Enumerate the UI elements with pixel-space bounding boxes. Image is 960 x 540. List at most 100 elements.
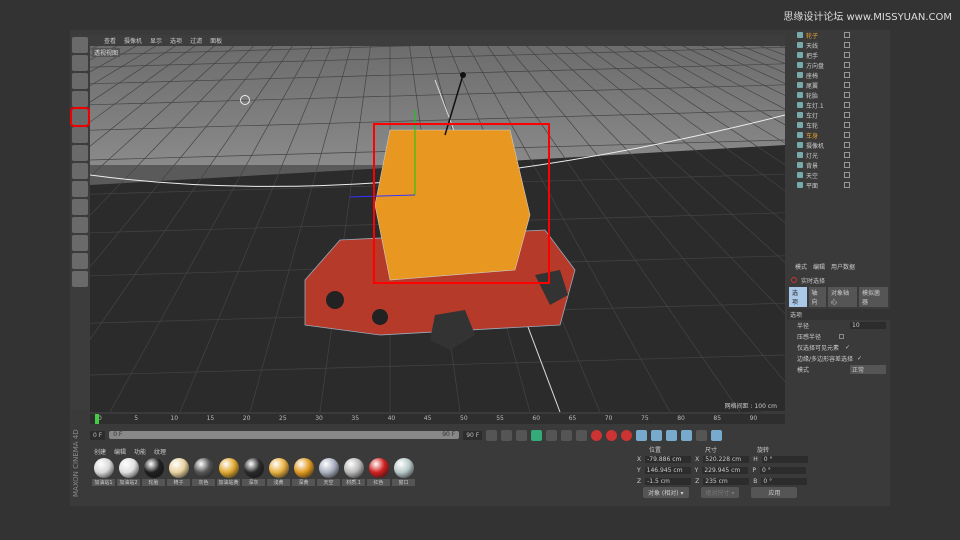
go-start-icon[interactable] [486, 429, 498, 441]
object-row[interactable]: 摄像机 [787, 140, 890, 150]
next-frame-icon[interactable] [546, 429, 558, 441]
go-end-icon[interactable] [576, 429, 588, 441]
visibility-switch[interactable] [844, 142, 850, 148]
material-swatch[interactable]: 加油站1 [92, 458, 115, 486]
snap-icon[interactable] [72, 181, 88, 197]
select-points-icon[interactable] [72, 127, 88, 143]
workplane-icon[interactable] [72, 217, 88, 233]
position-field[interactable]: -1.5 cm [645, 478, 692, 485]
object-row[interactable]: 灯光 [787, 150, 890, 160]
material-swatch[interactable]: 轮胎 [142, 458, 165, 486]
visibility-switch[interactable] [844, 52, 850, 58]
edges-icon[interactable] [72, 145, 88, 161]
menu-view[interactable]: 查看 [104, 36, 116, 45]
texture-icon[interactable] [72, 199, 88, 215]
key-scale-icon[interactable] [651, 429, 663, 441]
end-frame[interactable]: 90 F [463, 430, 483, 440]
coord-mode-select[interactable]: 对象 (相对) ▾ [643, 487, 689, 498]
object-row[interactable]: 尾翼 [787, 80, 890, 90]
tweak-icon[interactable] [72, 253, 88, 269]
axis-icon[interactable] [72, 235, 88, 251]
rotation-field[interactable]: 0 ° [761, 456, 808, 463]
object-row[interactable]: 天空 [787, 170, 890, 180]
visibility-switch[interactable] [844, 172, 850, 178]
visibility-switch[interactable] [844, 112, 850, 118]
tab-simulate[interactable]: 模拟菌器 [859, 287, 888, 307]
attr-menu-userdata[interactable]: 用户数据 [831, 262, 855, 271]
material-swatch[interactable]: 浅黄 [267, 458, 290, 486]
object-row[interactable]: 平面 [787, 180, 890, 190]
visibility-switch[interactable] [844, 182, 850, 188]
object-row[interactable]: 车灯 [787, 110, 890, 120]
visibility-switch[interactable] [844, 72, 850, 78]
cube-icon[interactable] [70, 107, 90, 127]
object-row[interactable]: 把手 [787, 50, 890, 60]
tab-options[interactable]: 选项 [789, 287, 807, 307]
menu-filter[interactable]: 过滤 [190, 36, 202, 45]
radius-field[interactable]: 10 [850, 322, 886, 329]
mat-menu-function[interactable]: 功能 [134, 447, 146, 456]
range-slider[interactable]: 0 F 90 F [109, 431, 460, 439]
rotation-field[interactable]: 0 ° [759, 467, 806, 474]
size-mode-select[interactable]: 绝对尺寸 ▾ [700, 487, 740, 498]
visibility-switch[interactable] [844, 162, 850, 168]
visible-only-checkbox[interactable]: ✓ [845, 344, 850, 351]
visibility-switch[interactable] [844, 152, 850, 158]
visibility-switch[interactable] [844, 132, 850, 138]
visibility-switch[interactable] [844, 62, 850, 68]
viewport[interactable]: 查看 摄像机 显示 选项 过滤 面板 透视视图 网格间距 : 100 cm [90, 35, 785, 412]
material-swatch[interactable]: 材质.1 [342, 458, 365, 486]
material-swatch[interactable]: 加油站2 [117, 458, 140, 486]
key-param-icon[interactable] [681, 429, 693, 441]
rotation-field[interactable]: 0 ° [761, 478, 808, 485]
visibility-switch[interactable] [844, 32, 850, 38]
playhead[interactable] [95, 414, 99, 424]
visibility-switch[interactable] [844, 122, 850, 128]
object-row[interactable]: 轮子 [787, 30, 890, 40]
tab-axis[interactable]: 轴向 [808, 287, 826, 307]
mat-menu-edit[interactable]: 编辑 [114, 447, 126, 456]
object-row[interactable]: 天线 [787, 40, 890, 50]
material-swatch[interactable]: 椅子 [167, 458, 190, 486]
autokey-icon[interactable] [606, 429, 618, 441]
size-field[interactable]: 235 cm [703, 478, 750, 485]
attr-menu-mode[interactable]: 模式 [795, 262, 807, 271]
size-field[interactable]: 229.945 cm [702, 467, 749, 474]
material-swatch[interactable]: 天空 [317, 458, 340, 486]
undo-icon[interactable] [72, 37, 88, 53]
object-row[interactable]: 车身 [787, 130, 890, 140]
scale-icon[interactable] [72, 73, 88, 89]
move-icon[interactable] [72, 55, 88, 71]
prev-frame-icon[interactable] [516, 429, 528, 441]
object-row[interactable]: 背景 [787, 160, 890, 170]
material-swatch[interactable]: 深黄 [292, 458, 315, 486]
timeline-ruler[interactable]: 0 5 10 15 20 25 30 35 40 45 50 55 60 65 70 75 80 85 90 [90, 414, 785, 424]
keyframe-selection-icon[interactable] [621, 429, 633, 441]
mat-menu-texture[interactable]: 纹理 [154, 447, 166, 456]
prev-key-icon[interactable] [501, 429, 513, 441]
object-row[interactable]: 座椅 [787, 70, 890, 80]
mat-menu-create[interactable]: 创建 [94, 447, 106, 456]
material-swatch[interactable]: 深灰 [242, 458, 265, 486]
object-row[interactable]: 车灯.1 [787, 100, 890, 110]
tolerance-checkbox[interactable]: ✓ [857, 355, 862, 362]
object-row[interactable]: 车轮 [787, 120, 890, 130]
menu-panel[interactable]: 面板 [210, 36, 222, 45]
record-icon[interactable] [591, 429, 603, 441]
visibility-switch[interactable] [844, 92, 850, 98]
visibility-switch[interactable] [844, 82, 850, 88]
object-row[interactable]: 方向盘 [787, 60, 890, 70]
rotate-icon[interactable] [72, 91, 88, 107]
size-field[interactable]: 520.228 cm [703, 456, 750, 463]
position-field[interactable]: 146.945 cm [644, 467, 691, 474]
object-row[interactable]: 轮胎 [787, 90, 890, 100]
tab-object-axis[interactable]: 对象轴心 [828, 287, 857, 307]
polygons-icon[interactable] [72, 163, 88, 179]
play-icon[interactable] [531, 429, 543, 441]
position-field[interactable]: -79.886 cm [645, 456, 692, 463]
attr-menu-edit[interactable]: 编辑 [813, 262, 825, 271]
material-swatch[interactable]: 窗口 [392, 458, 415, 486]
apply-button[interactable]: 应用 [751, 487, 798, 498]
timeline-icon[interactable] [711, 429, 723, 441]
key-pla-icon[interactable] [696, 429, 708, 441]
